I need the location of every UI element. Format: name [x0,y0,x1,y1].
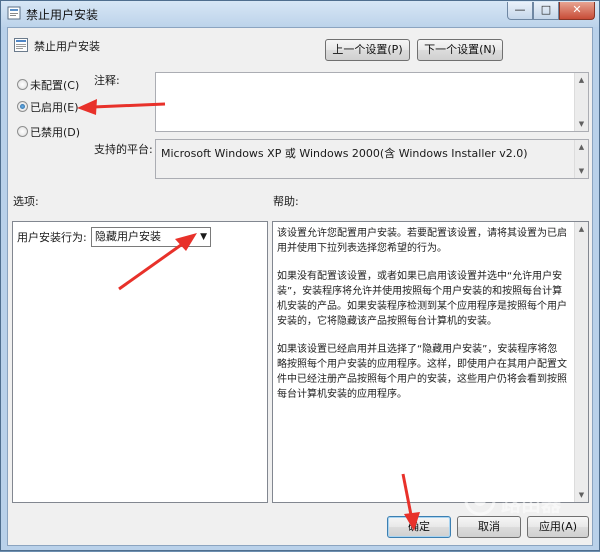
platform-scrollbar[interactable]: ▲ ▼ [574,140,588,178]
title-bar[interactable]: 禁止用户安装 — □ ✕ [1,1,599,27]
maximize-button[interactable]: □ [533,2,559,20]
radio-disabled-circle[interactable] [17,126,28,137]
radio-disabled-label[interactable]: 已禁用(D) [30,124,80,140]
dialog-client-area: 禁止用户安装 上一个设置(P) 下一个设置(N) 未配置(C) 已启用(E) 已… [7,27,593,546]
scroll-up-arrow-icon[interactable]: ▲ [575,140,588,154]
install-behavior-label: 用户安装行为: [17,231,87,244]
install-behavior-selected-value: 隐藏用户安装 [95,230,161,243]
next-setting-button[interactable]: 下一个设置(N) [417,39,503,61]
supported-platform-field: Microsoft Windows XP 或 Windows 2000(含 Wi… [155,139,589,179]
window-title: 禁止用户安装 [26,8,99,22]
install-behavior-dropdown[interactable]: 隐藏用户安装 ▼ [91,227,211,247]
minimize-button[interactable]: — [507,2,533,20]
watermark-text: 路由器 [501,492,561,516]
radio-not-configured-circle[interactable] [17,79,28,90]
supported-platform-label: 支持的平台: [94,143,153,156]
comment-label: 注释: [94,74,120,87]
comment-textarea[interactable]: ▲ ▼ [155,72,589,132]
policy-setting-icon [14,38,28,52]
help-paragraph: 如果没有配置该设置，或者如果已启用该设置并选中“允许用户安装”，安装程序将允许并… [277,271,567,327]
radio-enabled-label[interactable]: 已启用(E) [30,99,79,115]
radio-not-configured-label[interactable]: 未配置(C) [30,77,79,93]
previous-setting-button[interactable]: 上一个设置(P) [325,39,410,61]
radio-enabled-circle[interactable] [17,101,28,112]
help-paragraph: 该设置允许您配置用户安装。若要配置该设置，请将其设置为已启用并使用下拉列表选择您… [277,228,567,254]
ok-button[interactable]: 确定 [387,516,451,538]
help-panel: 该设置允许您配置用户安装。若要配置该设置，请将其设置为已启用并使用下拉列表选择您… [272,221,589,503]
options-panel: 用户安装行为: 隐藏用户安装 ▼ [12,221,268,503]
supported-platform-value: Microsoft Windows XP 或 Windows 2000(含 Wi… [161,147,528,160]
scroll-down-arrow-icon[interactable]: ▼ [575,117,588,131]
dropdown-arrow-icon[interactable]: ▼ [200,228,207,246]
help-scrollbar[interactable]: ▲ ▼ [574,222,588,502]
radio-selected-dot [20,104,25,109]
close-button[interactable]: ✕ [559,2,595,20]
options-section-label: 选项: [13,195,39,208]
help-text: 该设置允许您配置用户安装。若要配置该设置，请将其设置为已启用并使用下拉列表选择您… [277,226,567,415]
policy-app-icon [7,6,21,20]
router-logo-icon [464,484,496,516]
comment-scrollbar[interactable]: ▲ ▼ [574,73,588,131]
router-watermark: 路由器 [463,481,583,521]
policy-name-heading: 禁止用户安装 [34,40,100,53]
policy-dialog-window: 禁止用户安装 — □ ✕ 禁止用户安装 上一个设置(P) 下一个设置(N) 未配… [0,0,600,551]
scroll-up-arrow-icon[interactable]: ▲ [575,222,588,236]
scroll-up-arrow-icon[interactable]: ▲ [575,73,588,87]
help-section-label: 帮助: [273,195,299,208]
scroll-down-arrow-icon[interactable]: ▼ [575,164,588,178]
help-paragraph: 如果该设置已经启用并且选择了“隐藏用户安装”，安装程序将忽略按照每个用户安装的应… [277,344,567,400]
